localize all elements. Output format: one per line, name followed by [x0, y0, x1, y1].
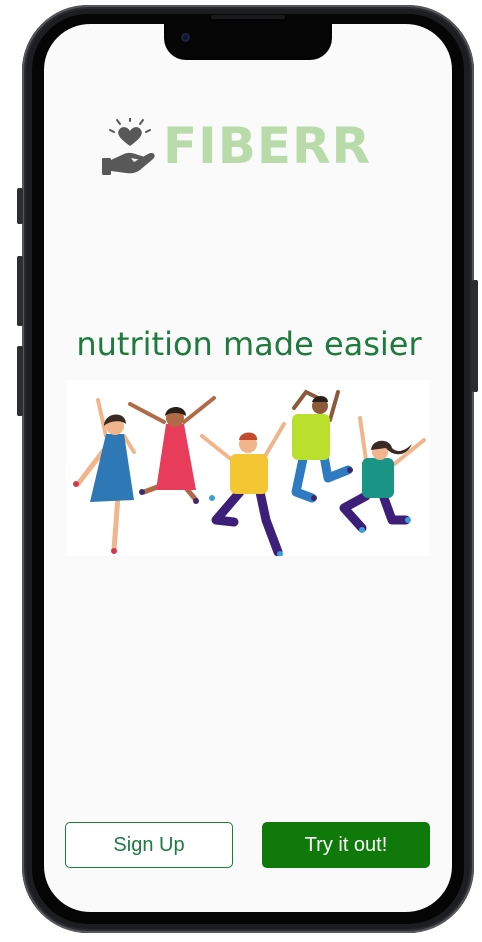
person-blue-dress	[73, 398, 136, 554]
person-teal-top	[339, 416, 426, 533]
front-camera	[181, 33, 190, 42]
jumping-people-image	[73, 389, 426, 557]
try-it-out-label: Try it out!	[304, 833, 388, 856]
side-button-silent	[17, 188, 23, 224]
sign-up-label: Sign Up	[113, 833, 185, 856]
sign-up-button[interactable]: Sign Up	[65, 822, 233, 868]
side-button-volume-down	[17, 346, 23, 416]
person-red-dress	[128, 396, 216, 504]
hero-illustration	[66, 380, 430, 557]
tagline: nutrition made easier	[76, 325, 422, 363]
person-yellow-shirt	[200, 422, 286, 557]
person-lime-shirt	[291, 389, 353, 503]
try-it-out-button[interactable]: Try it out!	[262, 822, 430, 868]
side-button-volume-up	[17, 256, 23, 326]
side-button-power	[472, 280, 478, 392]
brand-logo: FIBERR	[100, 116, 400, 178]
hand-holding-heart-icon	[102, 118, 155, 175]
brand-name: FIBERR	[163, 117, 372, 175]
speaker-grille	[211, 15, 285, 19]
